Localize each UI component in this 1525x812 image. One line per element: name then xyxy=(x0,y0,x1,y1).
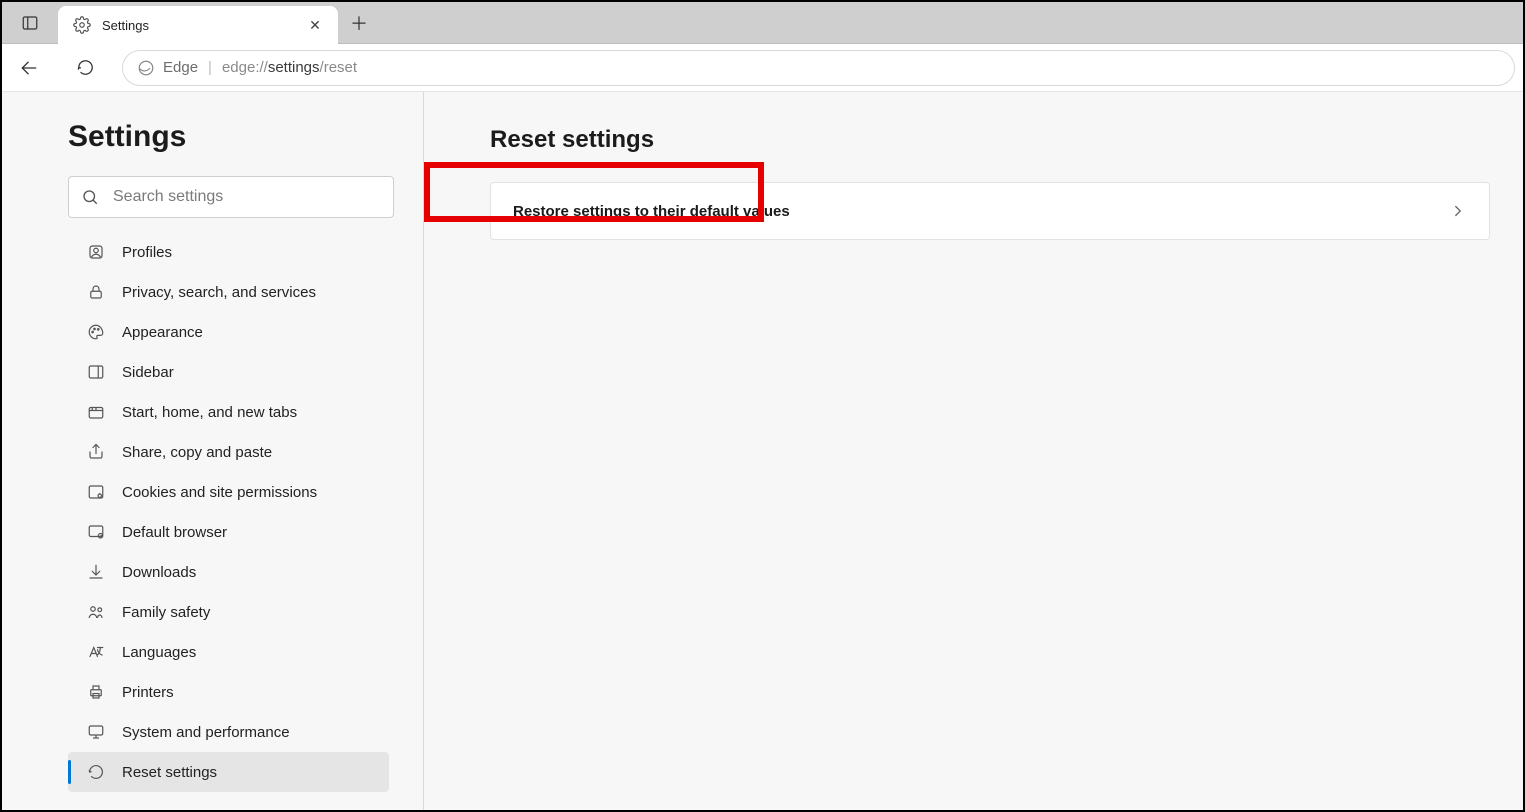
printer-icon xyxy=(86,682,106,702)
sidebar-item-label: Profiles xyxy=(122,244,172,261)
sidebar-item-label: Privacy, search, and services xyxy=(122,284,316,301)
sidebar-item-share[interactable]: Share, copy and paste xyxy=(68,432,389,472)
sidebar-item-label: Appearance xyxy=(122,324,203,341)
system-icon xyxy=(86,722,106,742)
download-icon xyxy=(86,562,106,582)
sidebar-item-system[interactable]: System and performance xyxy=(68,712,389,752)
sidebar-item-label: Default browser xyxy=(122,524,227,541)
tab-close-button[interactable]: ✕ xyxy=(306,17,324,34)
sidebar-title: Settings xyxy=(68,120,389,154)
search-settings-box[interactable] xyxy=(68,176,394,218)
sidebar-item-reset[interactable]: Reset settings xyxy=(68,752,389,792)
content-area: Settings Profiles Privacy, search, and s… xyxy=(2,92,1523,810)
sidebar-item-profiles[interactable]: Profiles xyxy=(68,232,389,272)
family-icon xyxy=(86,602,106,622)
palette-icon xyxy=(86,322,106,342)
search-engine-label: Edge xyxy=(137,59,198,77)
search-icon xyxy=(81,188,99,206)
sidebar-item-label: Printers xyxy=(122,684,174,701)
settings-sidebar: Settings Profiles Privacy, search, and s… xyxy=(2,92,424,810)
addr-separator: | xyxy=(208,59,212,76)
sidebar-item-label: Start, home, and new tabs xyxy=(122,404,297,421)
lock-icon xyxy=(86,282,106,302)
main-panel: Reset settings Restore settings to their… xyxy=(424,92,1523,810)
tabs-icon xyxy=(86,402,106,422)
sidebar-item-label: Share, copy and paste xyxy=(122,444,272,461)
tab-title: Settings xyxy=(102,18,296,33)
profile-icon xyxy=(86,242,106,262)
sidebar-item-label: System and performance xyxy=(122,724,290,741)
sidebar-item-label: Sidebar xyxy=(122,364,174,381)
sidebar-item-label: Languages xyxy=(122,644,196,661)
gear-icon xyxy=(72,15,92,35)
edge-icon xyxy=(137,59,155,77)
sidebar-item-languages[interactable]: Languages xyxy=(68,632,389,672)
browser-icon xyxy=(86,522,106,542)
cookies-icon xyxy=(86,482,106,502)
sidebar-item-appearance[interactable]: Appearance xyxy=(68,312,389,352)
sidebar-item-cookies[interactable]: Cookies and site permissions xyxy=(68,472,389,512)
sidebar-item-label: Reset settings xyxy=(122,764,217,781)
sidebar-item-default-browser[interactable]: Default browser xyxy=(68,512,389,552)
chevron-right-icon xyxy=(1449,202,1467,220)
search-settings-input[interactable] xyxy=(111,187,381,207)
restore-defaults-row[interactable]: Restore settings to their default values xyxy=(490,182,1490,240)
sidebar-icon xyxy=(86,362,106,382)
sidebar-item-label: Downloads xyxy=(122,564,196,581)
new-tab-button[interactable]: ＋ xyxy=(338,2,380,43)
refresh-button[interactable] xyxy=(66,49,104,87)
sidebar-item-label: Family safety xyxy=(122,604,210,621)
tab-actions-button[interactable] xyxy=(2,2,58,43)
share-icon xyxy=(86,442,106,462)
sidebar-item-start[interactable]: Start, home, and new tabs xyxy=(68,392,389,432)
tab-settings[interactable]: Settings ✕ xyxy=(58,6,338,44)
url-text: edge://settings/reset xyxy=(222,59,357,76)
restore-defaults-label: Restore settings to their default values xyxy=(513,203,790,220)
sidebar-item-family[interactable]: Family safety xyxy=(68,592,389,632)
language-icon xyxy=(86,642,106,662)
address-bar[interactable]: Edge | edge://settings/reset xyxy=(122,50,1515,86)
sidebar-item-privacy[interactable]: Privacy, search, and services xyxy=(68,272,389,312)
toolbar: Edge | edge://settings/reset xyxy=(2,44,1523,92)
page-heading: Reset settings xyxy=(490,126,1493,154)
sidebar-item-label: Cookies and site permissions xyxy=(122,484,317,501)
sidebar-item-downloads[interactable]: Downloads xyxy=(68,552,389,592)
sidebar-item-printers[interactable]: Printers xyxy=(68,672,389,712)
back-button[interactable] xyxy=(10,49,48,87)
sidebar-item-sidebar[interactable]: Sidebar xyxy=(68,352,389,392)
reset-icon xyxy=(86,762,106,782)
settings-nav-list: Profiles Privacy, search, and services A… xyxy=(68,232,389,792)
tab-strip: Settings ✕ ＋ xyxy=(2,2,1523,44)
